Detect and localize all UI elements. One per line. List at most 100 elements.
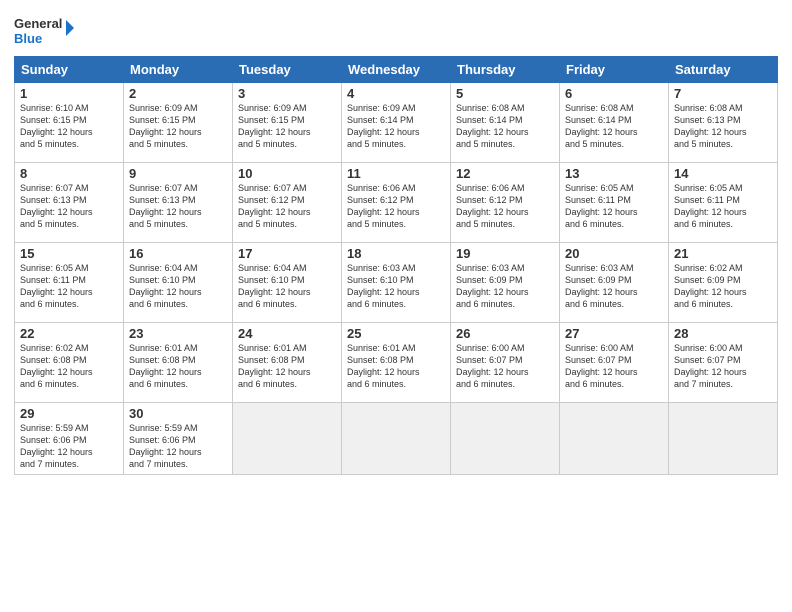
day-header-wednesday: Wednesday bbox=[342, 57, 451, 83]
day-number: 15 bbox=[20, 246, 118, 261]
calendar-cell: 29Sunrise: 5:59 AM Sunset: 6:06 PM Dayli… bbox=[15, 403, 124, 475]
header: General Blue bbox=[14, 10, 778, 50]
calendar-cell: 2Sunrise: 6:09 AM Sunset: 6:15 PM Daylig… bbox=[124, 83, 233, 163]
calendar-cell: 5Sunrise: 6:08 AM Sunset: 6:14 PM Daylig… bbox=[451, 83, 560, 163]
day-number: 10 bbox=[238, 166, 336, 181]
day-info: Sunrise: 6:08 AM Sunset: 6:14 PM Dayligh… bbox=[565, 102, 663, 151]
calendar-week-row: 29Sunrise: 5:59 AM Sunset: 6:06 PM Dayli… bbox=[15, 403, 778, 475]
day-number: 30 bbox=[129, 406, 227, 421]
day-number: 11 bbox=[347, 166, 445, 181]
day-number: 19 bbox=[456, 246, 554, 261]
svg-text:General: General bbox=[14, 16, 62, 31]
day-info: Sunrise: 6:00 AM Sunset: 6:07 PM Dayligh… bbox=[674, 342, 772, 391]
calendar-cell: 25Sunrise: 6:01 AM Sunset: 6:08 PM Dayli… bbox=[342, 323, 451, 403]
calendar-cell: 4Sunrise: 6:09 AM Sunset: 6:14 PM Daylig… bbox=[342, 83, 451, 163]
calendar-cell: 11Sunrise: 6:06 AM Sunset: 6:12 PM Dayli… bbox=[342, 163, 451, 243]
calendar-week-row: 1Sunrise: 6:10 AM Sunset: 6:15 PM Daylig… bbox=[15, 83, 778, 163]
calendar-cell: 7Sunrise: 6:08 AM Sunset: 6:13 PM Daylig… bbox=[669, 83, 778, 163]
day-number: 14 bbox=[674, 166, 772, 181]
day-number: 25 bbox=[347, 326, 445, 341]
day-info: Sunrise: 6:09 AM Sunset: 6:15 PM Dayligh… bbox=[129, 102, 227, 151]
calendar-cell: 6Sunrise: 6:08 AM Sunset: 6:14 PM Daylig… bbox=[560, 83, 669, 163]
day-number: 29 bbox=[20, 406, 118, 421]
calendar-cell: 30Sunrise: 5:59 AM Sunset: 6:06 PM Dayli… bbox=[124, 403, 233, 475]
day-number: 4 bbox=[347, 86, 445, 101]
calendar-week-row: 22Sunrise: 6:02 AM Sunset: 6:08 PM Dayli… bbox=[15, 323, 778, 403]
calendar-cell: 19Sunrise: 6:03 AM Sunset: 6:09 PM Dayli… bbox=[451, 243, 560, 323]
day-info: Sunrise: 5:59 AM Sunset: 6:06 PM Dayligh… bbox=[129, 422, 227, 471]
logo: General Blue bbox=[14, 10, 74, 50]
calendar-cell bbox=[669, 403, 778, 475]
day-number: 21 bbox=[674, 246, 772, 261]
day-number: 9 bbox=[129, 166, 227, 181]
day-info: Sunrise: 6:04 AM Sunset: 6:10 PM Dayligh… bbox=[129, 262, 227, 311]
calendar-table: SundayMondayTuesdayWednesdayThursdayFrid… bbox=[14, 56, 778, 475]
calendar-cell: 10Sunrise: 6:07 AM Sunset: 6:12 PM Dayli… bbox=[233, 163, 342, 243]
day-header-thursday: Thursday bbox=[451, 57, 560, 83]
day-number: 16 bbox=[129, 246, 227, 261]
day-info: Sunrise: 6:07 AM Sunset: 6:13 PM Dayligh… bbox=[20, 182, 118, 231]
calendar-cell: 17Sunrise: 6:04 AM Sunset: 6:10 PM Dayli… bbox=[233, 243, 342, 323]
day-number: 13 bbox=[565, 166, 663, 181]
day-number: 2 bbox=[129, 86, 227, 101]
day-info: Sunrise: 6:04 AM Sunset: 6:10 PM Dayligh… bbox=[238, 262, 336, 311]
day-info: Sunrise: 6:00 AM Sunset: 6:07 PM Dayligh… bbox=[565, 342, 663, 391]
day-number: 22 bbox=[20, 326, 118, 341]
calendar-cell: 3Sunrise: 6:09 AM Sunset: 6:15 PM Daylig… bbox=[233, 83, 342, 163]
calendar-cell: 15Sunrise: 6:05 AM Sunset: 6:11 PM Dayli… bbox=[15, 243, 124, 323]
calendar-cell: 1Sunrise: 6:10 AM Sunset: 6:15 PM Daylig… bbox=[15, 83, 124, 163]
day-info: Sunrise: 6:01 AM Sunset: 6:08 PM Dayligh… bbox=[129, 342, 227, 391]
day-number: 28 bbox=[674, 326, 772, 341]
calendar-cell: 18Sunrise: 6:03 AM Sunset: 6:10 PM Dayli… bbox=[342, 243, 451, 323]
day-number: 26 bbox=[456, 326, 554, 341]
calendar-cell: 21Sunrise: 6:02 AM Sunset: 6:09 PM Dayli… bbox=[669, 243, 778, 323]
calendar-cell: 8Sunrise: 6:07 AM Sunset: 6:13 PM Daylig… bbox=[15, 163, 124, 243]
day-number: 18 bbox=[347, 246, 445, 261]
calendar-cell bbox=[560, 403, 669, 475]
day-info: Sunrise: 6:03 AM Sunset: 6:09 PM Dayligh… bbox=[565, 262, 663, 311]
day-number: 5 bbox=[456, 86, 554, 101]
day-number: 24 bbox=[238, 326, 336, 341]
calendar-cell bbox=[233, 403, 342, 475]
day-info: Sunrise: 6:09 AM Sunset: 6:14 PM Dayligh… bbox=[347, 102, 445, 151]
day-number: 23 bbox=[129, 326, 227, 341]
day-info: Sunrise: 6:07 AM Sunset: 6:13 PM Dayligh… bbox=[129, 182, 227, 231]
day-info: Sunrise: 6:06 AM Sunset: 6:12 PM Dayligh… bbox=[347, 182, 445, 231]
calendar-cell: 26Sunrise: 6:00 AM Sunset: 6:07 PM Dayli… bbox=[451, 323, 560, 403]
day-info: Sunrise: 6:01 AM Sunset: 6:08 PM Dayligh… bbox=[238, 342, 336, 391]
calendar-week-row: 8Sunrise: 6:07 AM Sunset: 6:13 PM Daylig… bbox=[15, 163, 778, 243]
day-number: 17 bbox=[238, 246, 336, 261]
day-info: Sunrise: 6:10 AM Sunset: 6:15 PM Dayligh… bbox=[20, 102, 118, 151]
day-info: Sunrise: 6:00 AM Sunset: 6:07 PM Dayligh… bbox=[456, 342, 554, 391]
calendar-week-row: 15Sunrise: 6:05 AM Sunset: 6:11 PM Dayli… bbox=[15, 243, 778, 323]
day-info: Sunrise: 6:06 AM Sunset: 6:12 PM Dayligh… bbox=[456, 182, 554, 231]
calendar-cell: 27Sunrise: 6:00 AM Sunset: 6:07 PM Dayli… bbox=[560, 323, 669, 403]
calendar-cell: 12Sunrise: 6:06 AM Sunset: 6:12 PM Dayli… bbox=[451, 163, 560, 243]
day-header-friday: Friday bbox=[560, 57, 669, 83]
day-info: Sunrise: 6:02 AM Sunset: 6:08 PM Dayligh… bbox=[20, 342, 118, 391]
day-number: 20 bbox=[565, 246, 663, 261]
day-info: Sunrise: 6:03 AM Sunset: 6:09 PM Dayligh… bbox=[456, 262, 554, 311]
calendar-cell: 20Sunrise: 6:03 AM Sunset: 6:09 PM Dayli… bbox=[560, 243, 669, 323]
day-number: 7 bbox=[674, 86, 772, 101]
calendar-cell: 24Sunrise: 6:01 AM Sunset: 6:08 PM Dayli… bbox=[233, 323, 342, 403]
day-number: 6 bbox=[565, 86, 663, 101]
calendar-body: 1Sunrise: 6:10 AM Sunset: 6:15 PM Daylig… bbox=[15, 83, 778, 475]
logo-svg: General Blue bbox=[14, 10, 74, 50]
day-header-monday: Monday bbox=[124, 57, 233, 83]
svg-text:Blue: Blue bbox=[14, 31, 42, 46]
day-info: Sunrise: 5:59 AM Sunset: 6:06 PM Dayligh… bbox=[20, 422, 118, 471]
calendar-cell bbox=[451, 403, 560, 475]
calendar-cell: 16Sunrise: 6:04 AM Sunset: 6:10 PM Dayli… bbox=[124, 243, 233, 323]
day-header-saturday: Saturday bbox=[669, 57, 778, 83]
day-number: 3 bbox=[238, 86, 336, 101]
day-number: 12 bbox=[456, 166, 554, 181]
day-number: 1 bbox=[20, 86, 118, 101]
calendar-cell: 9Sunrise: 6:07 AM Sunset: 6:13 PM Daylig… bbox=[124, 163, 233, 243]
day-number: 8 bbox=[20, 166, 118, 181]
calendar-cell: 22Sunrise: 6:02 AM Sunset: 6:08 PM Dayli… bbox=[15, 323, 124, 403]
calendar-cell: 14Sunrise: 6:05 AM Sunset: 6:11 PM Dayli… bbox=[669, 163, 778, 243]
day-info: Sunrise: 6:01 AM Sunset: 6:08 PM Dayligh… bbox=[347, 342, 445, 391]
calendar-header-row: SundayMondayTuesdayWednesdayThursdayFrid… bbox=[15, 57, 778, 83]
day-info: Sunrise: 6:05 AM Sunset: 6:11 PM Dayligh… bbox=[565, 182, 663, 231]
